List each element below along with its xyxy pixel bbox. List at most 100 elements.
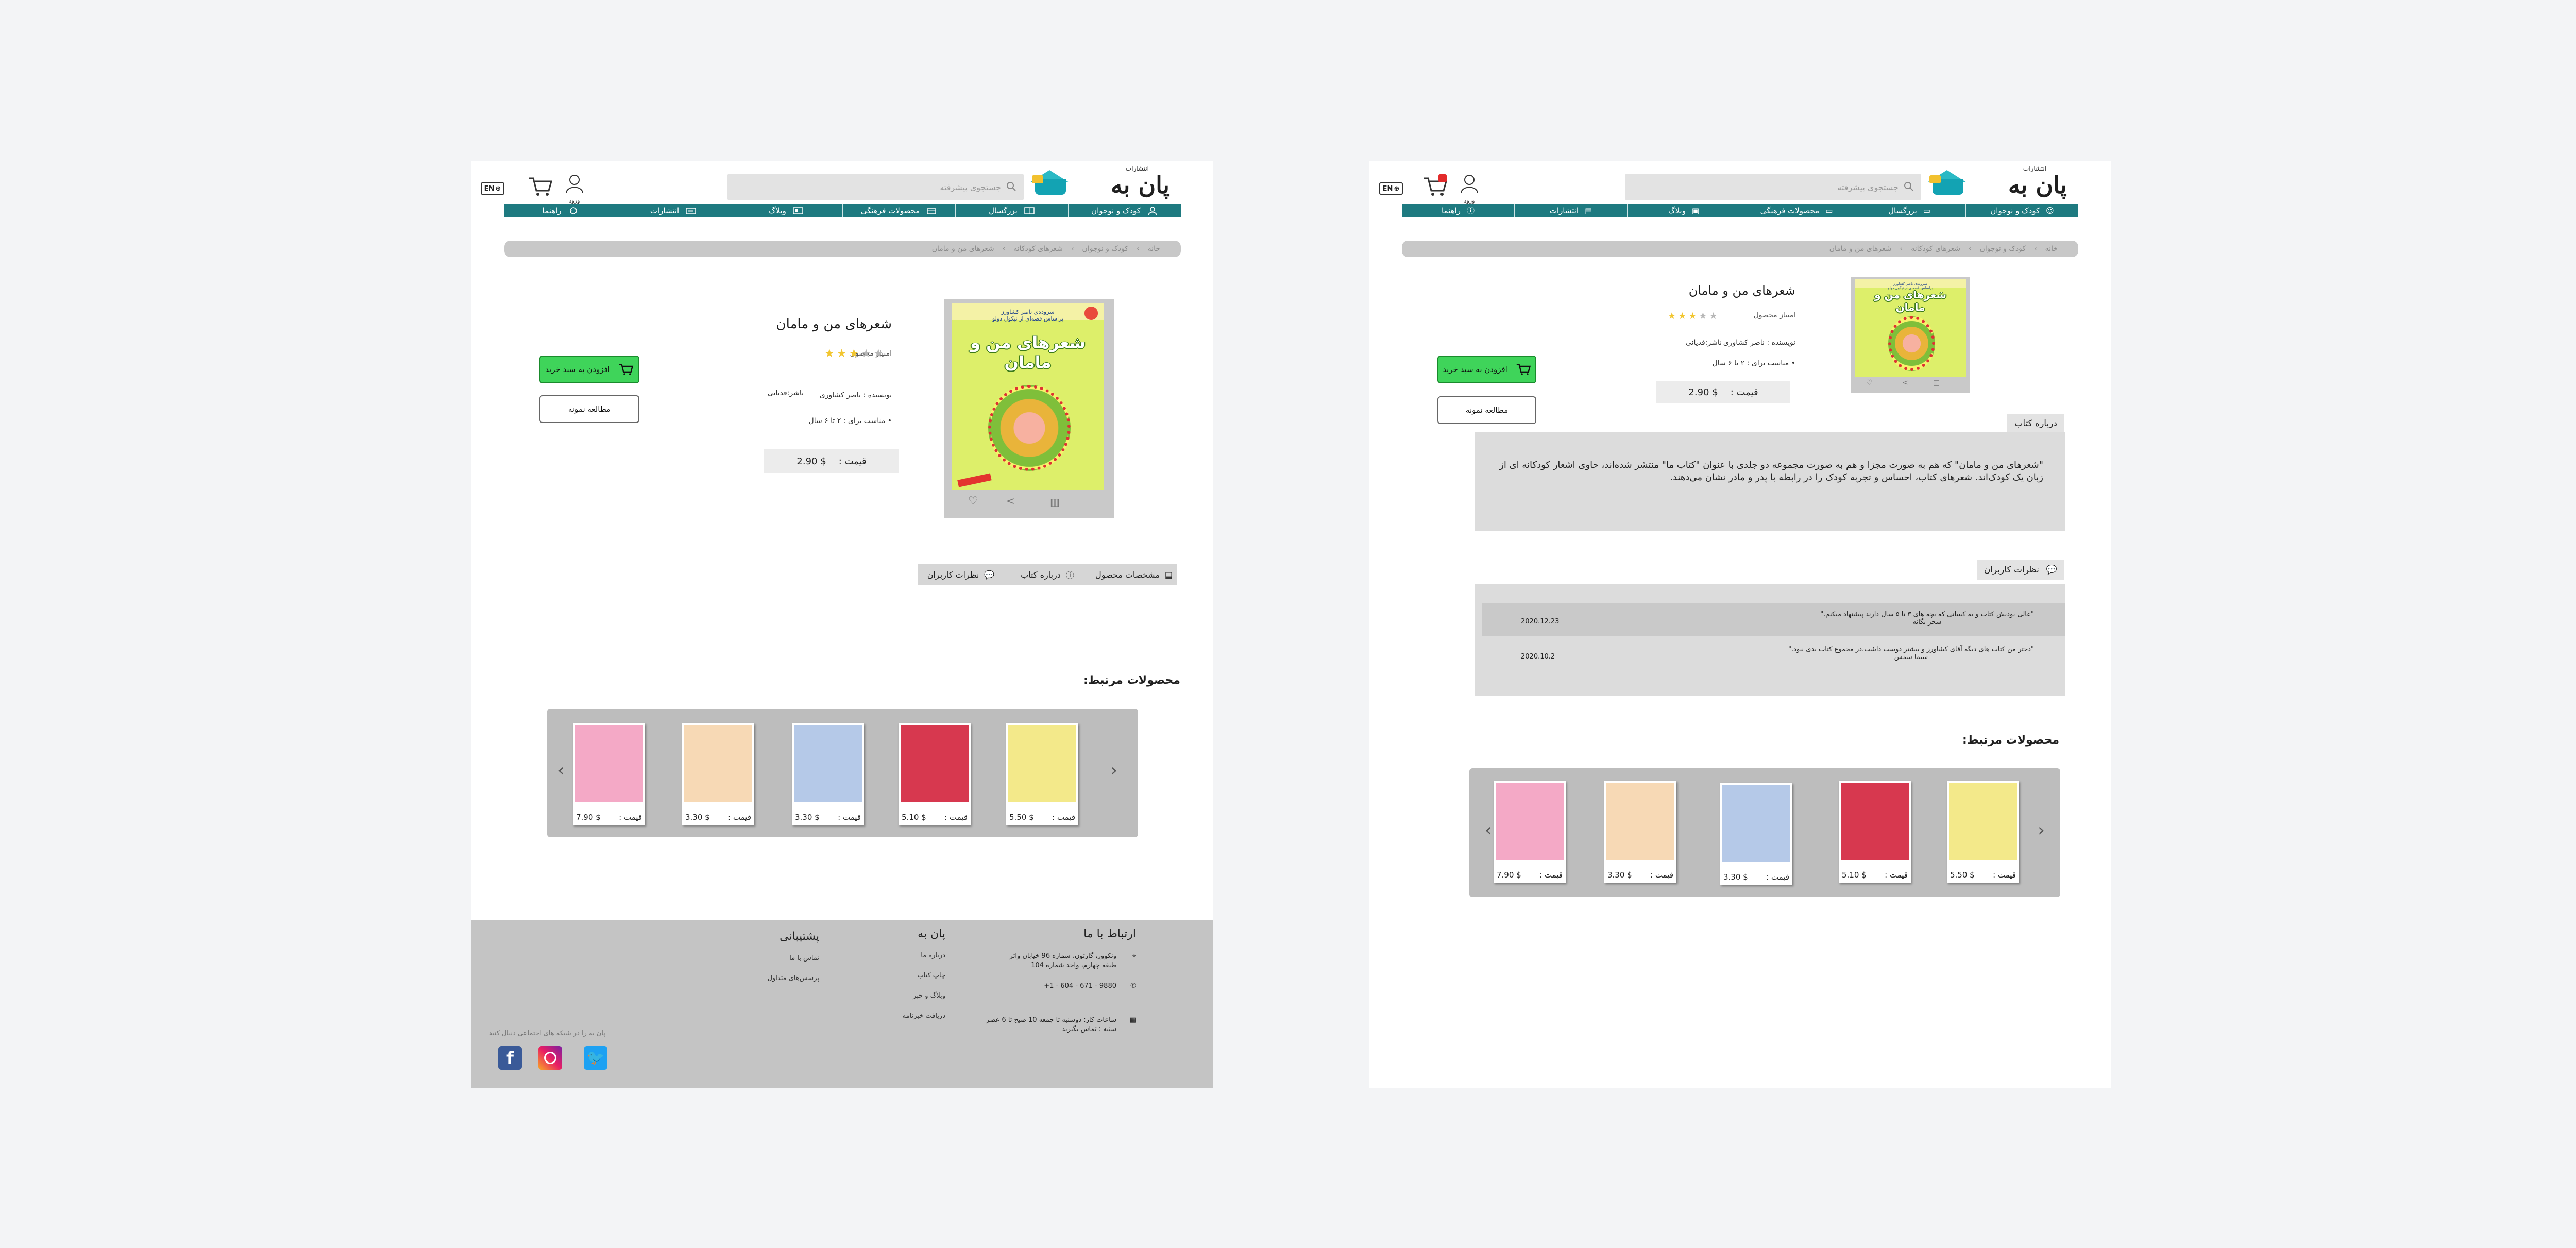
related-card[interactable]: قیمت : $ 7.90 — [1494, 781, 1566, 883]
nav-item-culture[interactable]: ▭ محصولات فرهنگی — [1740, 204, 1853, 217]
related-card[interactable]: قیمت : $ 5.50 — [1006, 723, 1078, 825]
related-card[interactable]: قیمت : $ 3.30 — [1604, 781, 1676, 883]
breadcrumb-poems[interactable]: شعرهای کودکانه — [1013, 245, 1063, 253]
star-icon: ★ — [849, 347, 859, 360]
panbeh-logo[interactable]: انتشارات پان به — [1111, 165, 1170, 206]
footer-panbeh: پان به درباره ما چاپ کتاب وبلاگ و خبر در… — [884, 927, 945, 1032]
price-value: $ 2.90 — [796, 456, 826, 467]
nav-item-adult[interactable]: بزرگسال — [955, 204, 1068, 217]
breadcrumb-current: شعرهای من و مامان — [931, 245, 994, 253]
star-icon: ★ — [1709, 311, 1718, 322]
product-cover-image[interactable]: سروده‌ی ناصر کشاورز براساس قصه‌ای از نیک… — [1855, 279, 1966, 377]
language-switch[interactable]: EN ⊕ — [1379, 182, 1403, 195]
rating-stars[interactable]: ★ ★ ★ ★ ★ — [1668, 311, 1718, 322]
author-text: نویسنده : ناصر کشاوری — [819, 391, 892, 399]
chevron-left-icon[interactable]: ‹ — [557, 760, 565, 781]
nav-item-blog[interactable]: ▣ وبلاگ — [1627, 204, 1740, 217]
read-sample-button[interactable]: مطالعه نمونه — [539, 395, 639, 423]
product-cover-image[interactable]: سروده‌ی ناصر کشاورز براساس قصه‌ای از نیک… — [952, 303, 1104, 490]
comment-item: "دختر من کتاب های دیگه آقای کشاورز و بیش… — [1482, 638, 2065, 671]
footer-link[interactable]: وبلاگ و خبر — [884, 992, 945, 1000]
nav-item-adult[interactable]: ▭ بزرگسال — [1853, 204, 1965, 217]
add-to-cart-button[interactable]: افزودن به سبد خرید — [539, 356, 639, 383]
twitter-icon[interactable]: 🐦 — [584, 1046, 607, 1070]
nav-item-publisher[interactable]: ▤ انتشارات — [1514, 204, 1627, 217]
comments-panel: "عالی بودنش کتاب و به کسانی که بچه های ۳… — [1475, 584, 2065, 696]
footer-contact: ارتباط با ما ⌖ ونکوور، گازتون، شماره 96 خ… — [966, 927, 1136, 1034]
comment-text: "دختر من کتاب های دیگه آقای کشاورز و بیش… — [1788, 646, 2034, 653]
nav-item-kids[interactable]: کودک و نوجوان — [1068, 204, 1181, 217]
compare-icon[interactable]: ▥ — [1933, 379, 1940, 387]
comments-icon: 💬 — [984, 569, 995, 580]
related-card[interactable]: قیمت : $ 7.90 — [573, 723, 645, 825]
globe-icon: ⊕ — [495, 184, 501, 193]
panbeh-logo[interactable]: انتشارات پان به — [2008, 165, 2067, 206]
calendar-icon: ▦ — [1129, 1016, 1136, 1024]
footer-link[interactable]: دریافت خبرنامه — [884, 1012, 945, 1020]
cart-button[interactable] — [528, 176, 553, 197]
nav-item-kids[interactable]: ☺ کودک و نوجوان — [1965, 204, 2078, 217]
footer-link[interactable]: پرسش‌های متداول — [747, 974, 819, 982]
breadcrumb: خانه › کودک و نوجوان › شعرهای کودکانه › شعر… — [504, 241, 1181, 257]
footer-phone[interactable]: ✆ +1 - 604 - 671 - 9880 — [966, 982, 1136, 995]
nav-item-culture[interactable]: محصولات فرهنگی — [842, 204, 955, 217]
info-icon: ⓘ — [1065, 570, 1074, 580]
rating-stars[interactable]: ★ ★ ★ ★ ★ — [824, 348, 884, 360]
price-box: قیمت : $ 2.90 — [1656, 381, 1790, 403]
read-sample-button[interactable]: مطالعه نمونه — [1437, 396, 1536, 424]
related-cover-image — [1008, 725, 1076, 802]
comments-tab[interactable]: 💬 نظرات کاربران — [1976, 560, 2064, 580]
cart-count-badge — [1438, 174, 1447, 182]
tab-about[interactable]: ⓘ درباره کتاب — [1004, 568, 1091, 581]
related-card[interactable]: قیمت : $ 3.30 — [682, 723, 754, 825]
product-image-panel: سروده‌ی ناصر کشاورز براساس قصه‌ای از نیک… — [944, 299, 1114, 518]
related-card[interactable]: قیمت : $ 3.30 — [792, 723, 864, 825]
instagram-icon[interactable] — [538, 1046, 562, 1070]
search-input[interactable]: جستجوی پیشرفته — [1625, 174, 1921, 200]
tab-specs[interactable]: ▤ مشخصات محصول — [1091, 570, 1177, 580]
add-to-cart-button[interactable]: افزودن به سبد خرید — [1437, 356, 1536, 383]
facebook-icon[interactable]: f — [498, 1046, 522, 1070]
comment-text: "عالی بودنش کتاب و به کسانی که بچه های ۳… — [1820, 611, 2034, 618]
share-icon[interactable]: < — [1006, 495, 1015, 507]
logo-main-text: پان به — [1110, 171, 1170, 199]
chevron-right-icon[interactable]: › — [1110, 760, 1117, 781]
chevron-left-icon[interactable]: ‹ — [1485, 820, 1492, 840]
share-icon[interactable]: < — [1902, 379, 1908, 387]
breadcrumb-home[interactable]: خانه — [1148, 245, 1160, 253]
phone-icon: ✆ — [1130, 982, 1136, 990]
related-cover-image — [794, 725, 862, 802]
tab-comments[interactable]: 💬 نظرات کاربران — [918, 570, 1004, 580]
heart-icon[interactable]: ♡ — [968, 495, 978, 508]
chevron-right-icon[interactable]: › — [2038, 820, 2045, 840]
help-icon: ⓘ — [1467, 206, 1475, 215]
related-cover-image — [1606, 783, 1674, 860]
related-cover-image — [1722, 785, 1790, 862]
related-card[interactable]: قیمت : $ 3.30 — [1720, 783, 1792, 885]
footer-link[interactable]: درباره ما — [884, 952, 945, 959]
star-icon: ★ — [1699, 311, 1707, 322]
comment-author: سحر یگانه — [1912, 618, 1942, 626]
heart-icon[interactable]: ♡ — [1866, 379, 1873, 387]
footer-link[interactable]: تماس با ما — [747, 954, 819, 962]
account-button[interactable]: ورود — [564, 173, 585, 204]
nav-item-help[interactable]: ⓘ راهنما — [1402, 204, 1514, 217]
site-footer: ارتباط با ما ⌖ ونکوور، گازتون، شماره 96 خ… — [471, 920, 1213, 1088]
search-input[interactable]: جستجوی پیشرفته — [727, 174, 1024, 200]
compare-icon[interactable]: ▥ — [1050, 496, 1060, 508]
related-card[interactable]: قیمت : $ 5.50 — [1947, 781, 2019, 883]
related-card[interactable]: قیمت : $ 5.10 — [899, 723, 971, 825]
star-icon: ★ — [1688, 311, 1697, 322]
blog-icon — [793, 207, 803, 214]
cart-button[interactable] — [1423, 174, 1448, 197]
breadcrumb-kids[interactable]: کودک و نوجوان — [1082, 245, 1129, 253]
account-button[interactable]: ورود — [1459, 173, 1480, 204]
nav-item-help[interactable]: ? راهنما — [504, 204, 617, 217]
nav-item-blog[interactable]: وبلاگ — [730, 204, 842, 217]
footer-link[interactable]: چاپ کتاب — [884, 972, 945, 980]
related-card[interactable]: قیمت : $ 5.10 — [1839, 781, 1911, 883]
related-cover-image — [901, 725, 969, 802]
nav-item-publisher[interactable]: انتشارات — [617, 204, 730, 217]
language-switch[interactable]: EN ⊕ — [481, 182, 504, 195]
about-book-tab[interactable]: درباره کتاب — [2007, 414, 2064, 433]
